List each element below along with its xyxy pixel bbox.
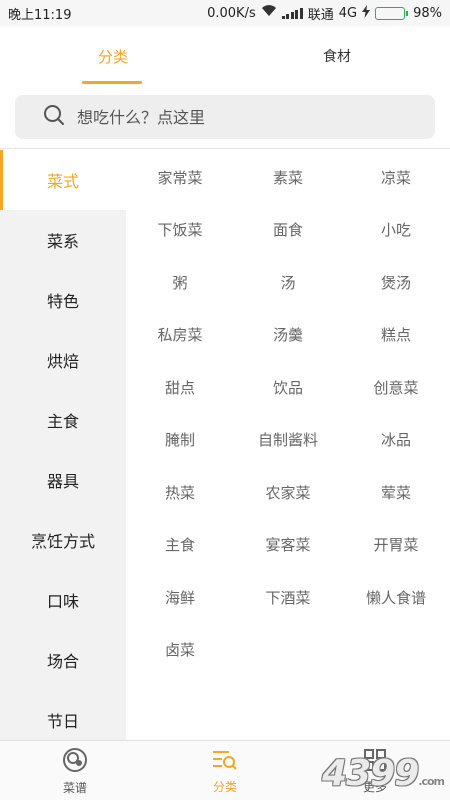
- sidebar-item-label: 特色: [46, 292, 79, 311]
- category-item[interactable]: 农家菜: [234, 466, 342, 518]
- category-item[interactable]: 饮品: [234, 361, 342, 413]
- category-item[interactable]: 煲汤: [342, 256, 450, 308]
- nav-category[interactable]: 分类: [150, 741, 300, 800]
- charging-icon: [362, 4, 371, 22]
- tab-category[interactable]: 分类: [54, 26, 172, 86]
- category-item[interactable]: 下酒菜: [234, 571, 342, 623]
- tab-ingredients[interactable]: 食材: [278, 26, 396, 86]
- category-item[interactable]: 创意菜: [342, 361, 450, 413]
- signal-icon: [281, 7, 303, 19]
- category-item[interactable]: 面食: [234, 204, 342, 256]
- battery-percent: 98%: [413, 5, 442, 21]
- category-item[interactable]: 自制酱料: [234, 414, 342, 466]
- category-sidebar: 菜式菜系特色烘焙主食器具烹饪方式口味场合节日: [0, 150, 126, 740]
- category-item[interactable]: 汤羹: [234, 309, 342, 361]
- nav-recipes-label: 菜谱: [62, 780, 87, 795]
- wifi-icon: [261, 5, 277, 21]
- sidebar-item[interactable]: 烘焙: [0, 330, 126, 390]
- search-input[interactable]: [77, 107, 397, 127]
- watermark-logo: 4399.com: [322, 753, 445, 794]
- sidebar-item-label: 主食: [46, 412, 79, 431]
- sidebar-item[interactable]: 菜式: [0, 150, 126, 210]
- search-bar[interactable]: [15, 95, 435, 139]
- sidebar-item[interactable]: 器具: [0, 450, 126, 510]
- network-type: 4G: [338, 5, 358, 21]
- category-item[interactable]: 甜点: [126, 361, 234, 413]
- battery-icon: [375, 6, 409, 20]
- status-indicators: 0.00K/s 联通 4G 98%: [207, 4, 442, 23]
- category-item[interactable]: 糕点: [342, 309, 450, 361]
- carrier-name: 联通: [307, 7, 334, 23]
- category-item[interactable]: 卤菜: [126, 624, 234, 676]
- category-item[interactable]: 私房菜: [126, 309, 234, 361]
- sidebar-item-label: 节日: [46, 712, 79, 731]
- sidebar-item-label: 场合: [46, 652, 79, 671]
- category-item[interactable]: 热菜: [126, 466, 234, 518]
- recipe-bowl-icon: [62, 747, 88, 777]
- category-item[interactable]: 主食: [126, 519, 234, 571]
- category-item[interactable]: 家常菜: [126, 151, 234, 203]
- category-item[interactable]: 素菜: [234, 151, 342, 203]
- sidebar-item[interactable]: 口味: [0, 570, 126, 630]
- nav-recipes[interactable]: 菜谱: [0, 741, 150, 800]
- search-icon: [43, 104, 77, 130]
- category-item[interactable]: 宴客菜: [234, 519, 342, 571]
- sidebar-item-label: 菜系: [46, 232, 79, 251]
- category-item[interactable]: 开胃菜: [342, 519, 450, 571]
- sidebar-item-label: 烘焙: [46, 352, 79, 371]
- sidebar-item[interactable]: 节日: [0, 690, 126, 740]
- category-item[interactable]: 懒人食谱: [342, 571, 450, 623]
- tab-category-label: 分类: [97, 47, 128, 66]
- sidebar-item[interactable]: 菜系: [0, 210, 126, 270]
- watermark-suffix: .com: [418, 775, 445, 788]
- sidebar-item-label: 口味: [46, 592, 79, 611]
- network-speed: 0.00K/s: [207, 5, 256, 21]
- active-tab-indicator: [82, 81, 142, 84]
- nav-category-label: 分类: [212, 779, 237, 794]
- status-time: 晚上11:19: [8, 7, 72, 23]
- category-item[interactable]: 下饭菜: [126, 204, 234, 256]
- sidebar-item-label: 烹饪方式: [30, 532, 95, 551]
- sidebar-item[interactable]: 主食: [0, 390, 126, 450]
- category-item[interactable]: 荤菜: [342, 466, 450, 518]
- top-tabs: 分类 食材: [0, 26, 450, 86]
- category-item[interactable]: 冰品: [342, 414, 450, 466]
- sidebar-item[interactable]: 特色: [0, 270, 126, 330]
- sidebar-item-label: 器具: [46, 472, 79, 491]
- category-item[interactable]: 粥: [126, 256, 234, 308]
- sidebar-item[interactable]: 烹饪方式: [0, 510, 126, 570]
- watermark-text: 4399: [322, 753, 419, 794]
- category-item[interactable]: 小吃: [342, 204, 450, 256]
- list-search-icon: [211, 748, 239, 776]
- sidebar-item-label: 菜式: [46, 172, 79, 191]
- category-item[interactable]: 凉菜: [342, 151, 450, 203]
- category-item[interactable]: 腌制: [126, 414, 234, 466]
- category-item[interactable]: 海鲜: [126, 571, 234, 623]
- status-bar: 晚上11:19 0.00K/s 联通 4G 98%: [0, 0, 450, 26]
- sidebar-item[interactable]: 场合: [0, 630, 126, 690]
- divider: [0, 148, 450, 149]
- tab-ingredients-label: 食材: [323, 49, 351, 65]
- category-item[interactable]: 汤: [234, 256, 342, 308]
